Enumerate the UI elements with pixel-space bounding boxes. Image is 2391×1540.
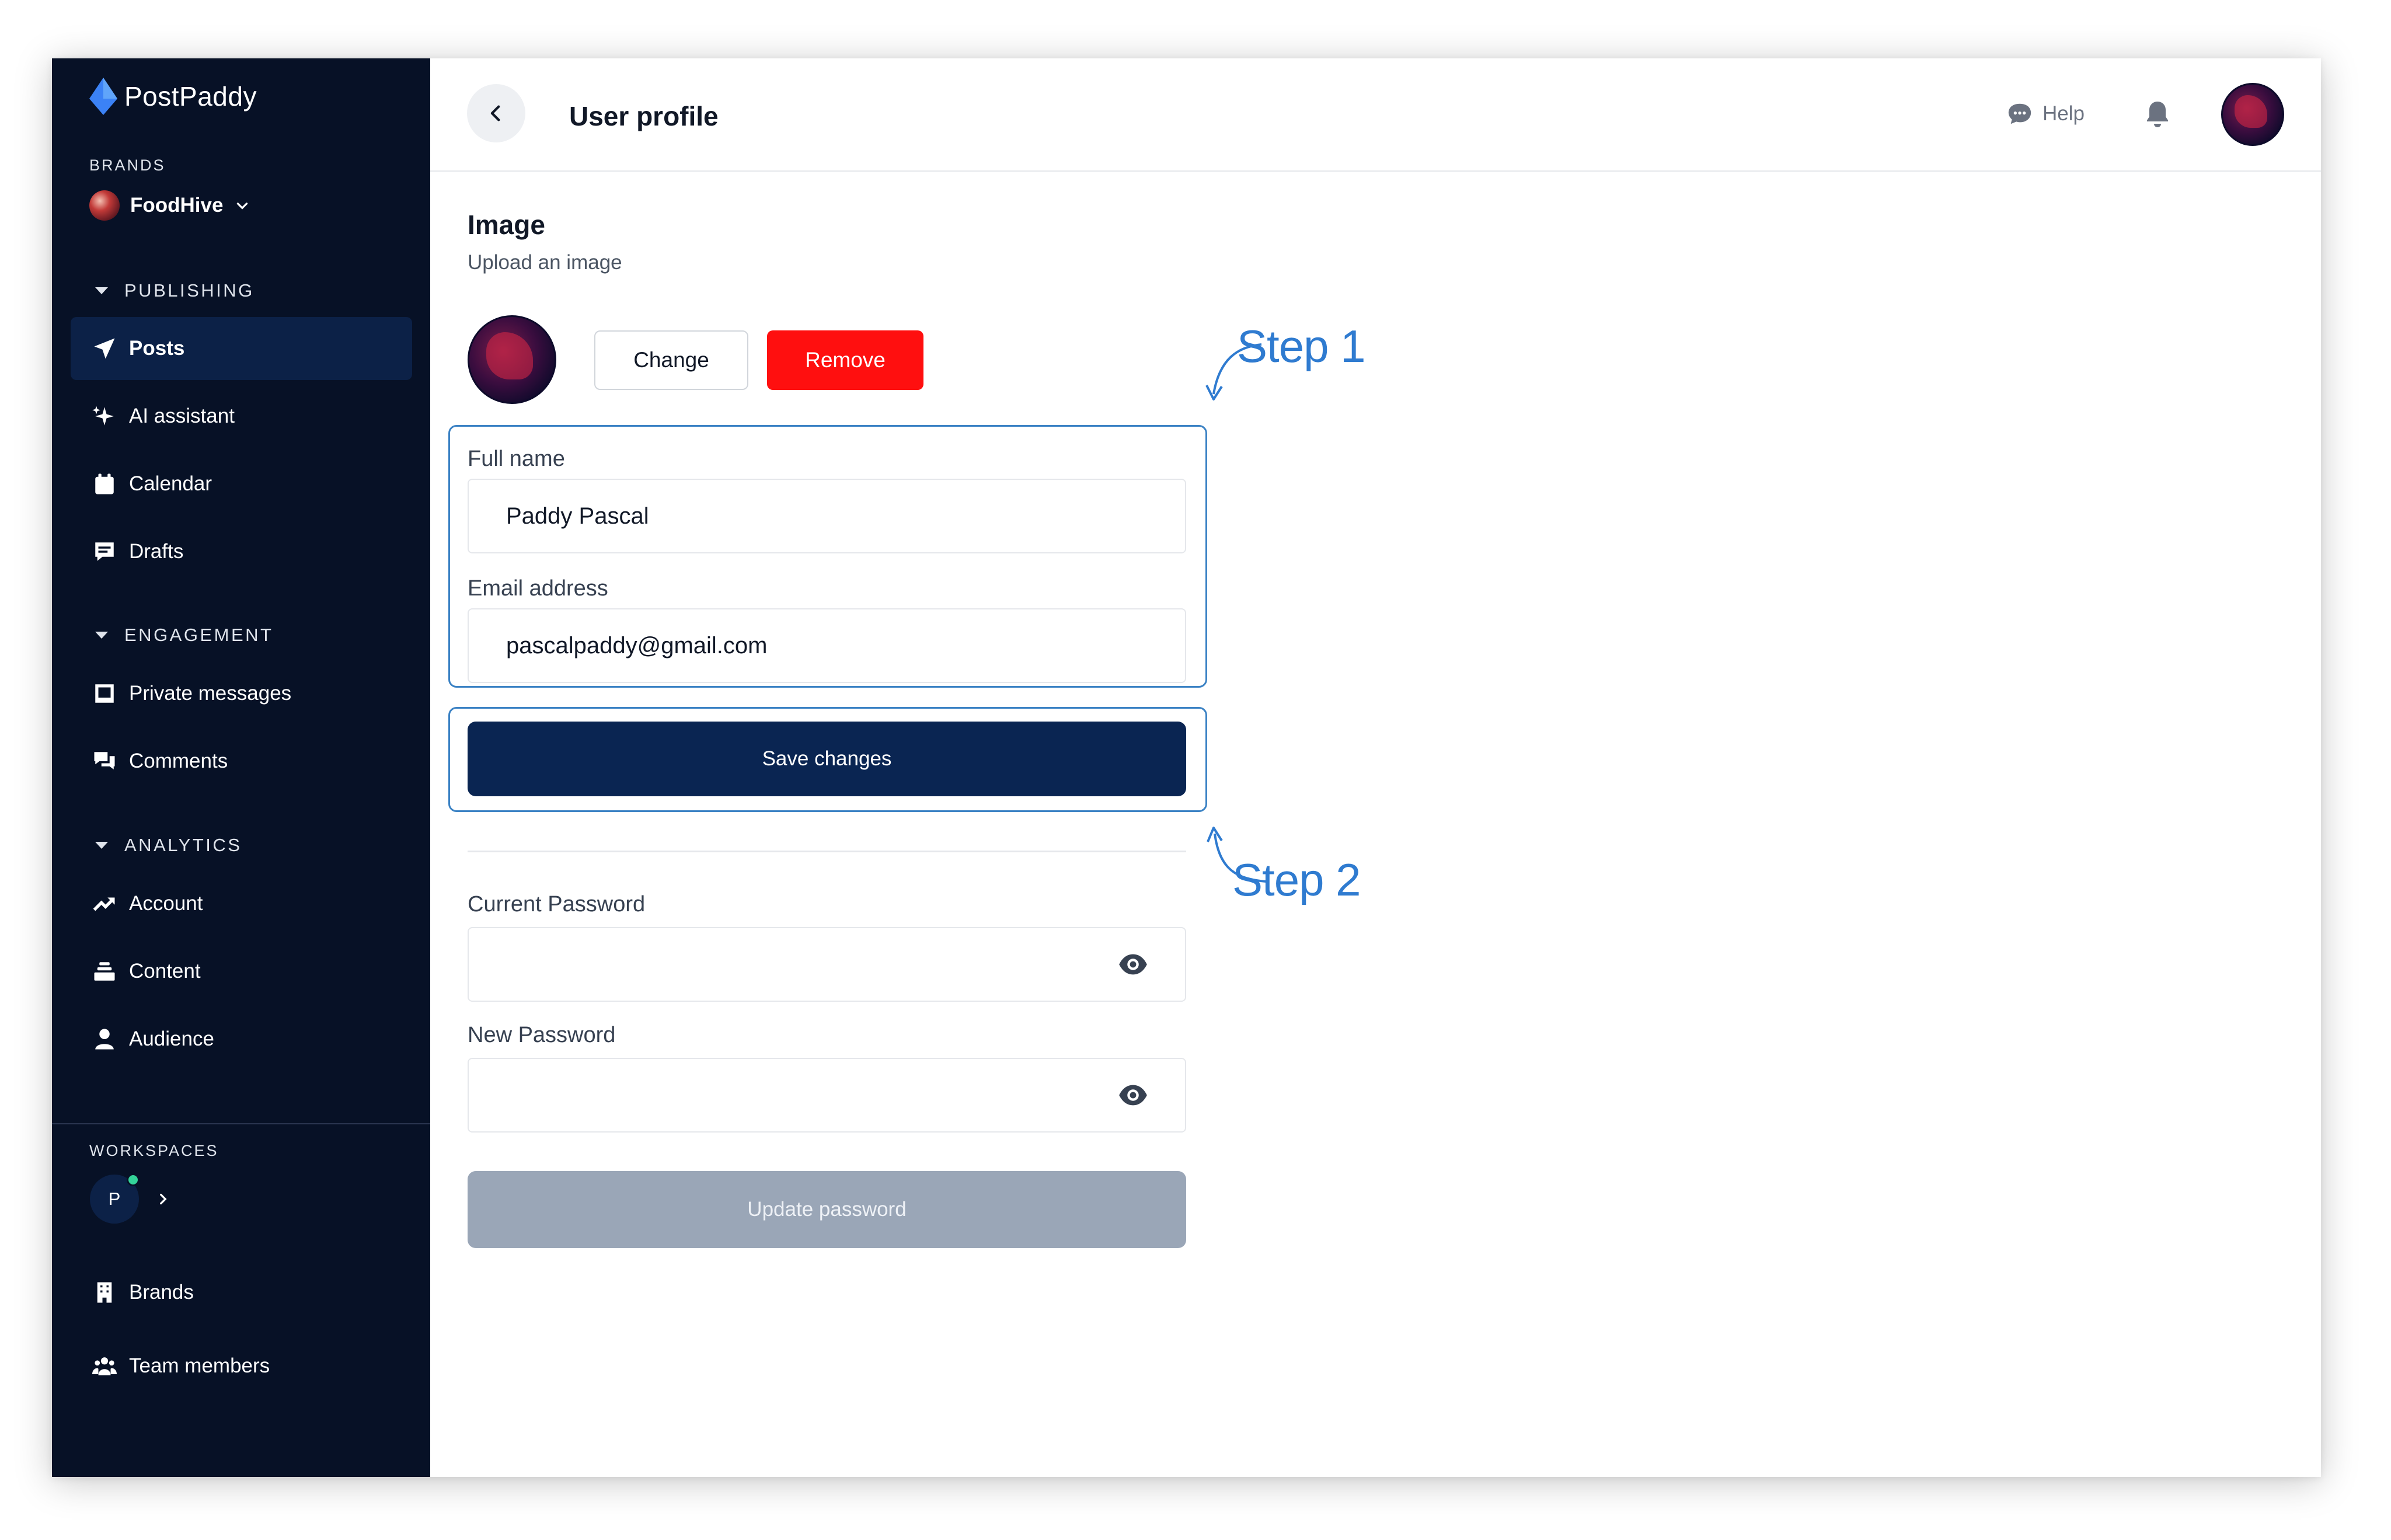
- draft-message-icon: [92, 539, 117, 565]
- sidebar-item-label: Drafts: [129, 540, 184, 563]
- change-image-button[interactable]: Change: [594, 330, 748, 390]
- section-divider: [468, 851, 1186, 852]
- sidebar-item-ai-assistant[interactable]: AI assistant: [71, 385, 412, 448]
- sidebar-item-content[interactable]: Content: [71, 940, 412, 1003]
- layers-icon: [92, 959, 117, 984]
- comments-icon: [92, 748, 117, 774]
- app-name: PostPaddy: [124, 81, 257, 112]
- group-engagement[interactable]: ENGAGEMENT: [95, 625, 273, 646]
- sidebar-item-team-members[interactable]: Team members: [71, 1335, 412, 1398]
- logo-icon: [89, 78, 117, 115]
- step1-arrow-icon: [1205, 343, 1262, 400]
- brand-avatar: [89, 190, 120, 221]
- eye-icon[interactable]: [1118, 949, 1148, 980]
- group-analytics[interactable]: ANALYTICS: [95, 835, 242, 856]
- sidebar-item-label: Brands: [129, 1281, 194, 1304]
- group-publishing[interactable]: PUBLISHING: [95, 280, 255, 301]
- user-icon: [92, 1026, 117, 1052]
- app-logo[interactable]: PostPaddy: [89, 76, 257, 117]
- image-section-subtitle: Upload an image: [468, 251, 622, 274]
- workspaces-section-label: WORKSPACES: [89, 1142, 219, 1159]
- bell-icon[interactable]: [2143, 99, 2172, 130]
- full-name-input[interactable]: [468, 479, 1186, 553]
- sparkles-icon: [92, 403, 117, 429]
- sidebar-item-private-messages[interactable]: Private messages: [71, 662, 412, 725]
- new-password-label: New Password: [468, 1023, 616, 1047]
- sidebar-item-label: Account: [129, 892, 203, 915]
- email-input[interactable]: [468, 608, 1186, 683]
- profile-image: [468, 315, 556, 404]
- caret-down-icon: [95, 842, 108, 849]
- step2-arrow-icon: [1207, 827, 1267, 883]
- sidebar-item-label: Team members: [129, 1354, 270, 1377]
- top-bar: User profile Help: [430, 58, 2321, 172]
- current-password-input[interactable]: [468, 927, 1186, 1002]
- sidebar-item-label: Audience: [129, 1027, 214, 1050]
- sidebar-item-comments[interactable]: Comments: [71, 730, 412, 793]
- group-engagement-label: ENGAGEMENT: [124, 625, 274, 645]
- calendar-icon: [92, 471, 117, 497]
- sidebar-item-posts[interactable]: Posts: [71, 317, 412, 380]
- group-analytics-label: ANALYTICS: [124, 835, 242, 855]
- app-window: PostPaddy BRANDS FoodHive PUBLISHING Pos…: [52, 58, 2321, 1477]
- sidebar-item-label: Comments: [129, 750, 228, 772]
- sidebar: PostPaddy BRANDS FoodHive PUBLISHING Pos…: [52, 58, 430, 1477]
- page-title: User profile: [569, 101, 719, 131]
- sidebar-item-calendar[interactable]: Calendar: [71, 452, 412, 515]
- brand-name: FoodHive: [130, 194, 224, 217]
- sidebar-divider: [52, 1123, 430, 1124]
- email-label: Email address: [468, 576, 608, 601]
- building-icon: [92, 1280, 117, 1305]
- group-publishing-label: PUBLISHING: [124, 280, 255, 301]
- image-section-title: Image: [468, 210, 545, 240]
- help-label: Help: [2043, 102, 2085, 125]
- sidebar-item-label: Private messages: [129, 682, 292, 705]
- chat-bubble-icon: [2008, 103, 2031, 124]
- online-status-dot: [127, 1173, 140, 1186]
- save-changes-button[interactable]: Save changes: [468, 722, 1186, 796]
- caret-down-icon: [95, 632, 108, 639]
- brand-switcher[interactable]: FoodHive: [89, 188, 250, 223]
- paper-plane-icon: [92, 336, 117, 361]
- back-button[interactable]: [467, 84, 525, 142]
- new-password-input[interactable]: [468, 1058, 1186, 1133]
- caret-down-icon: [95, 287, 108, 294]
- user-avatar[interactable]: [2221, 83, 2284, 146]
- current-password-label: Current Password: [468, 892, 646, 917]
- sidebar-item-label: Posts: [129, 337, 185, 360]
- full-name-label: Full name: [468, 447, 565, 471]
- team-icon: [92, 1353, 117, 1379]
- chevron-left-icon: [490, 105, 500, 121]
- sidebar-item-label: AI assistant: [129, 405, 235, 427]
- sidebar-item-audience[interactable]: Audience: [71, 1008, 412, 1071]
- eye-icon[interactable]: [1118, 1080, 1148, 1110]
- chevron-right-icon[interactable]: [156, 1190, 171, 1208]
- help-button[interactable]: Help: [2006, 100, 2085, 127]
- trending-up-icon: [92, 891, 117, 917]
- chevron-down-icon: [237, 203, 248, 210]
- sidebar-item-label: Content: [129, 960, 201, 982]
- sidebar-item-label: Calendar: [129, 472, 212, 495]
- sidebar-item-brands[interactable]: Brands: [71, 1261, 412, 1324]
- sidebar-item-account[interactable]: Account: [71, 872, 412, 935]
- update-password-button[interactable]: Update password: [468, 1171, 1186, 1248]
- remove-image-button[interactable]: Remove: [767, 330, 923, 390]
- sidebar-item-drafts[interactable]: Drafts: [71, 520, 412, 583]
- inbox-icon: [92, 681, 117, 706]
- brands-section-label: BRANDS: [89, 156, 166, 174]
